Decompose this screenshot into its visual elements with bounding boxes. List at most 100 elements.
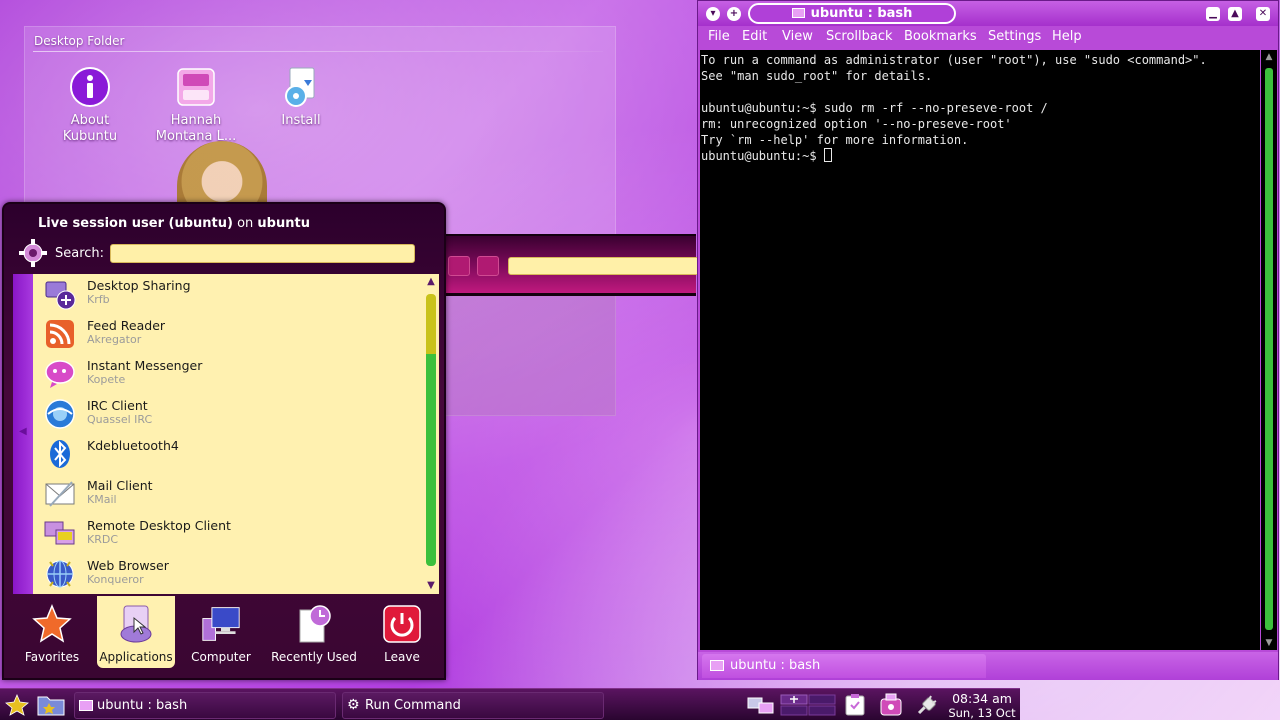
keep-above-icon[interactable]: + [727, 7, 741, 21]
computer-icon [201, 604, 241, 644]
taskbar-task-konsole[interactable]: ubuntu : bash [74, 692, 336, 719]
search-input[interactable] [110, 244, 415, 263]
taskbar-task-run-command[interactable]: ⚙ Run Command [342, 692, 604, 719]
run-command-bar [442, 234, 708, 296]
network-icon[interactable] [746, 693, 776, 717]
close-icon[interactable]: ✕ [1256, 7, 1270, 21]
kickoff-on-word: on [237, 216, 254, 231]
terminal-line: Try `rm --help' for more information. [701, 133, 969, 147]
web-browser-icon [43, 557, 77, 591]
tab-computer[interactable]: Computer [181, 596, 261, 668]
task-label: ubuntu : bash [97, 698, 188, 713]
menu-scrollback[interactable]: Scrollback [826, 29, 893, 44]
clipboard-icon[interactable] [842, 693, 868, 717]
app-item-instant-messenger[interactable]: Instant Messenger Kopete [41, 354, 421, 394]
app-name: Kdebluetooth4 [87, 438, 179, 453]
scroll-down-icon[interactable]: ▼ [1263, 638, 1275, 648]
app-subtitle: Quassel IRC [87, 413, 153, 426]
app-item-remote-desktop-client[interactable]: Remote Desktop Client KRDC [41, 514, 421, 554]
maximize-icon[interactable]: ▲ [1228, 7, 1242, 21]
terminal-prompt: ubuntu@ubuntu:~$ [701, 149, 824, 163]
menu-bookmarks[interactable]: Bookmarks [904, 29, 977, 44]
desktop-icon-hannah-montana[interactable]: Hannah Montana L... [148, 65, 244, 145]
app-item-irc-client[interactable]: IRC Client Quassel IRC [41, 394, 421, 434]
tab-label: Applications [99, 650, 173, 664]
run-command-shadow [446, 296, 616, 416]
terminal-line: rm: unrecognized option '--no-preseve-ro… [701, 117, 1012, 131]
install-icon [279, 65, 323, 109]
clock-document-icon [294, 604, 334, 644]
app-name: Remote Desktop Client [87, 518, 231, 533]
tab-label: Computer [191, 650, 251, 664]
terminal-tab[interactable]: ubuntu : bash [702, 654, 986, 678]
application-launcher-icon[interactable] [4, 693, 30, 717]
hannah-montana-icon [174, 65, 218, 109]
terminal-line: To run a command as administrator (user … [701, 53, 1207, 67]
menu-view[interactable]: View [782, 29, 813, 44]
terminal-prompt-line: ubuntu@ubuntu:~$ [701, 148, 1260, 164]
app-name: IRC Client [87, 398, 148, 413]
tab-recently-used[interactable]: Recently Used [267, 596, 361, 668]
app-item-kdebluetooth4[interactable]: Kdebluetooth4 [41, 434, 421, 474]
clock-date: Sun, 13 Oct [948, 706, 1016, 720]
tab-applications[interactable]: Applications [97, 596, 175, 668]
scroll-up-icon[interactable]: ▲ [425, 276, 437, 288]
digital-clock[interactable]: 08:34 am Sun, 13 Oct [946, 690, 1018, 720]
kickoff-host: ubuntu [257, 216, 310, 231]
run-settings-icon[interactable] [448, 256, 470, 276]
bluetooth-icon [43, 437, 77, 471]
tab-label: Leave [384, 650, 420, 664]
clock-time: 08:34 am [952, 691, 1012, 706]
power-icon [382, 604, 422, 644]
menu-settings[interactable]: Settings [988, 29, 1041, 44]
kickoff-menu: Live session user (ubuntu) on ubuntu Sea… [2, 202, 446, 680]
info-icon [68, 65, 112, 109]
app-subtitle: KMail [87, 493, 117, 506]
terminal-mini-icon [791, 8, 805, 18]
scroll-up-icon[interactable]: ▲ [1263, 52, 1275, 62]
terminal-line: ubuntu@ubuntu:~$ sudo rm -rf --no-presev… [701, 101, 1048, 115]
window-title-text: ubuntu : bash [810, 6, 913, 21]
app-list-scrollbar[interactable]: ▲ ▼ [425, 276, 437, 592]
tab-label: Recently Used [271, 650, 357, 664]
back-arrow-icon: ◀ [19, 426, 27, 437]
terminal-tab-label: ubuntu : bash [730, 658, 821, 673]
terminal-scrollbar[interactable]: ▲ ▼ [1261, 50, 1277, 650]
tab-favorites[interactable]: Favorites [13, 596, 91, 668]
terminal-tab-bar: ubuntu : bash [698, 652, 1278, 680]
run-command-input[interactable] [508, 257, 708, 275]
window-titlebar[interactable]: ▾ + ubuntu : bash ▁ ▲ ✕ [698, 1, 1278, 26]
run-list-icon[interactable] [477, 256, 499, 276]
list-back-stripe[interactable]: ◀ [13, 274, 33, 594]
app-subtitle: Konqueror [87, 573, 144, 586]
window-menu-icon[interactable]: ▾ [706, 7, 720, 21]
tab-leave[interactable]: Leave [367, 596, 437, 668]
app-subtitle: Akregator [87, 333, 142, 346]
app-item-mail-client[interactable]: Mail Client KMail [41, 474, 421, 514]
menu-help[interactable]: Help [1052, 29, 1082, 44]
menu-file[interactable]: File [708, 29, 730, 44]
terminal-cursor [823, 148, 832, 162]
desktop-icon-install[interactable]: Install [253, 65, 349, 129]
app-item-feed-reader[interactable]: Feed Reader Akregator [41, 314, 421, 354]
terminal-line: ​ [701, 84, 1260, 100]
menu-edit[interactable]: Edit [742, 29, 767, 44]
desktop-icon-about-kubuntu[interactable]: About Kubuntu [42, 65, 138, 145]
minimize-icon[interactable]: ▁ [1206, 7, 1220, 21]
app-item-desktop-sharing[interactable]: Desktop Sharing Krfb [41, 274, 421, 314]
power-plug-icon[interactable] [914, 693, 940, 717]
scroll-down-icon[interactable]: ▼ [425, 580, 437, 592]
remote-desktop-icon [43, 517, 77, 551]
scrollbar-thumb[interactable] [1265, 68, 1273, 630]
star-icon [32, 604, 72, 644]
device-notifier-icon[interactable] [878, 693, 904, 717]
terminal-output[interactable]: To run a command as administrator (user … [700, 50, 1260, 650]
app-name: Feed Reader [87, 318, 166, 333]
scrollbar-thumb[interactable] [426, 294, 436, 566]
desktop-icon-label: Install [281, 113, 321, 128]
pager-icon[interactable] [780, 693, 836, 717]
folder-title-divider [33, 51, 603, 52]
folder-view-icon[interactable] [36, 693, 66, 717]
app-item-web-browser[interactable]: Web Browser Konqueror [41, 554, 421, 594]
kickoff-user-name: Live session user (ubuntu) [38, 216, 233, 231]
